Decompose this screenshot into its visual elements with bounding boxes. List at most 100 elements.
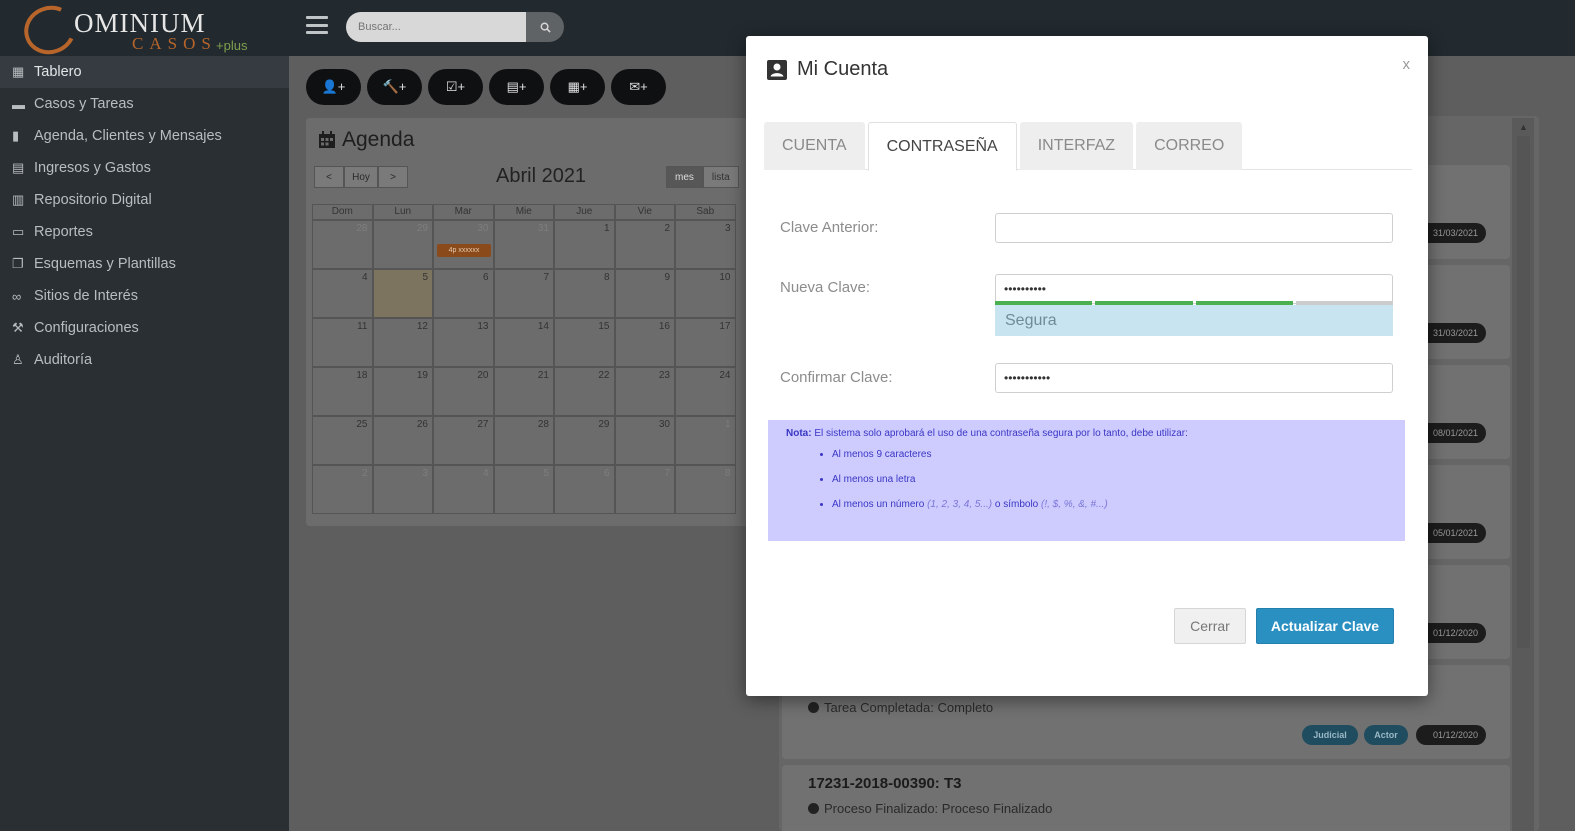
calendar-day[interactable]: 16: [614, 318, 675, 367]
tab-cuenta[interactable]: CUENTA: [764, 122, 865, 170]
calendar-day[interactable]: 17: [675, 318, 736, 367]
case-status-text: Proceso Finalizado: Proceso Finalizado: [824, 801, 1053, 816]
old-password-label: Clave Anterior:: [780, 219, 879, 236]
calendar-day[interactable]: 1: [675, 416, 736, 465]
calendar-prev-button[interactable]: <: [314, 166, 344, 188]
calendar-day[interactable]: 22: [554, 367, 615, 416]
sidebar-item-label: Reportes: [34, 224, 93, 240]
update-password-button[interactable]: Actualizar Clave: [1256, 608, 1394, 644]
link-icon: ∞: [12, 288, 22, 304]
calendar-day[interactable]: 6: [554, 465, 615, 514]
calendar-day[interactable]: 2: [312, 465, 373, 514]
add-message-button[interactable]: ✉+: [611, 69, 666, 105]
calendar-day[interactable]: 10: [675, 269, 736, 318]
agenda-title-text: Agenda: [342, 128, 415, 151]
cases-scrollbar[interactable]: ▲: [1512, 118, 1534, 831]
calendar-day[interactable]: 7: [614, 465, 675, 514]
calendar-day[interactable]: 8: [554, 269, 615, 318]
calendar-view-list[interactable]: lista: [702, 166, 739, 188]
note-text: El sistema solo aprobará el uso de una c…: [814, 428, 1188, 439]
rule-hint: (1, 2, 3, 4, 5...): [927, 499, 993, 510]
calendar-day-today[interactable]: 5: [372, 269, 433, 318]
rules-list: Al menos 9 caracteres Al menos una letra…: [786, 449, 1387, 510]
calendar-day[interactable]: 11: [312, 318, 373, 367]
sidebar-item-auditoria[interactable]: ♙ Auditoría: [0, 344, 289, 376]
search-button[interactable]: [526, 12, 564, 42]
calendar-day[interactable]: 14: [493, 318, 554, 367]
rule-item: Al menos una letra: [832, 474, 1387, 485]
tab-correo[interactable]: CORREO: [1136, 122, 1243, 170]
file-icon: ▤: [12, 160, 25, 175]
close-button[interactable]: Cerrar: [1174, 608, 1246, 644]
calendar-day[interactable]: 20: [433, 367, 494, 416]
case-status: Proceso Finalizado: Proceso Finalizado: [808, 801, 1052, 816]
calendar-day[interactable]: 29: [554, 416, 615, 465]
calendar-next-button[interactable]: >: [378, 166, 408, 188]
calendar-day[interactable]: 30: [614, 416, 675, 465]
old-password-field[interactable]: [995, 213, 1393, 243]
calendar-day[interactable]: 26: [372, 416, 433, 465]
case-card[interactable]: 17231-2018-00390: T3 Proceso Finalizado:…: [782, 765, 1510, 831]
add-user-button[interactable]: 👤+: [306, 69, 361, 105]
search-input[interactable]: [346, 12, 527, 42]
sidebar-item-sitios[interactable]: ∞ Sitios de Interés: [0, 280, 289, 312]
calendar-day[interactable]: 3: [372, 465, 433, 514]
calendar-view-month[interactable]: mes: [666, 166, 703, 188]
calendar-day[interactable]: 6: [433, 269, 494, 318]
calendar-day[interactable]: 15: [554, 318, 615, 367]
scroll-up-icon[interactable]: ▲: [1519, 122, 1528, 132]
sidebar-item-ingresos[interactable]: ▤ Ingresos y Gastos: [0, 152, 289, 184]
sidebar-item-label: Agenda, Clientes y Mensajes: [34, 128, 222, 144]
calendar-day[interactable]: 30 4p xxxxxx: [433, 220, 494, 269]
sidebar-item-label: Auditoría: [34, 352, 93, 368]
sidebar-item-repositorio[interactable]: ▥ Repositorio Digital: [0, 184, 289, 216]
calendar-nav: < Hoy >: [314, 166, 408, 188]
sidebar-item-esquemas[interactable]: ❐ Esquemas y Plantillas: [0, 248, 289, 280]
calendar-day[interactable]: 25: [312, 416, 373, 465]
calendar-day[interactable]: 28: [493, 416, 554, 465]
calendar-day[interactable]: 9: [614, 269, 675, 318]
add-task-button[interactable]: ☑+: [428, 69, 483, 105]
calendar-day[interactable]: 4: [433, 465, 494, 514]
close-icon[interactable]: x: [1403, 56, 1411, 73]
calendar-day[interactable]: 21: [493, 367, 554, 416]
calendar-day[interactable]: 5: [493, 465, 554, 514]
add-case-button[interactable]: 🔨+: [367, 69, 422, 105]
calendar-day[interactable]: 12: [372, 318, 433, 367]
calendar-day[interactable]: 31: [493, 220, 554, 269]
add-event-button[interactable]: ▦+: [550, 69, 605, 105]
calendar-day[interactable]: 7: [493, 269, 554, 318]
library-icon: ▥: [12, 192, 25, 207]
calendar-day[interactable]: 23: [614, 367, 675, 416]
calendar-day[interactable]: 29: [372, 220, 433, 269]
calendar-today-button[interactable]: Hoy: [344, 166, 378, 188]
calendar-day[interactable]: 4: [312, 269, 373, 318]
calendar-day[interactable]: 2: [614, 220, 675, 269]
calendar-day[interactable]: 24: [675, 367, 736, 416]
new-password-field[interactable]: [995, 274, 1393, 304]
tab-interfaz[interactable]: INTERFAZ: [1019, 122, 1134, 170]
sidebar-item-casos[interactable]: ▬ Casos y Tareas: [0, 88, 289, 120]
menu-toggle-icon[interactable]: [306, 16, 328, 34]
calendar-day[interactable]: 27: [433, 416, 494, 465]
add-document-button[interactable]: ▤+: [489, 69, 544, 105]
sidebar-item-agenda[interactable]: ▮ Agenda, Clientes y Mensajes: [0, 120, 289, 152]
sidebar-item-configuraciones[interactable]: ⚒ Configuraciones: [0, 312, 289, 344]
calendar-event[interactable]: 4p xxxxxx: [437, 244, 491, 257]
calendar-icon: [319, 131, 335, 148]
calendar-day[interactable]: 18: [312, 367, 373, 416]
calendar-day[interactable]: 28: [312, 220, 373, 269]
calendar-day[interactable]: 3: [675, 220, 736, 269]
sidebar-item-reportes[interactable]: ▭ Reportes: [0, 216, 289, 248]
calendar-day[interactable]: 19: [372, 367, 433, 416]
sidebar-item-tablero[interactable]: ▦ Tablero: [0, 56, 289, 88]
tab-contrasena[interactable]: CONTRASEÑA: [867, 122, 1017, 171]
calendar-day[interactable]: 1: [554, 220, 615, 269]
note-intro: Nota: El sistema solo aprobará el uso de…: [786, 428, 1387, 439]
calendar-day[interactable]: 8: [675, 465, 736, 514]
calendar-day[interactable]: 13: [433, 318, 494, 367]
app-logo[interactable]: OMINIUM CASOS +plus: [17, 0, 270, 62]
sidebar-item-label: Ingresos y Gastos: [34, 160, 151, 176]
confirm-password-field[interactable]: [995, 363, 1393, 393]
scroll-thumb[interactable]: [1517, 136, 1530, 648]
